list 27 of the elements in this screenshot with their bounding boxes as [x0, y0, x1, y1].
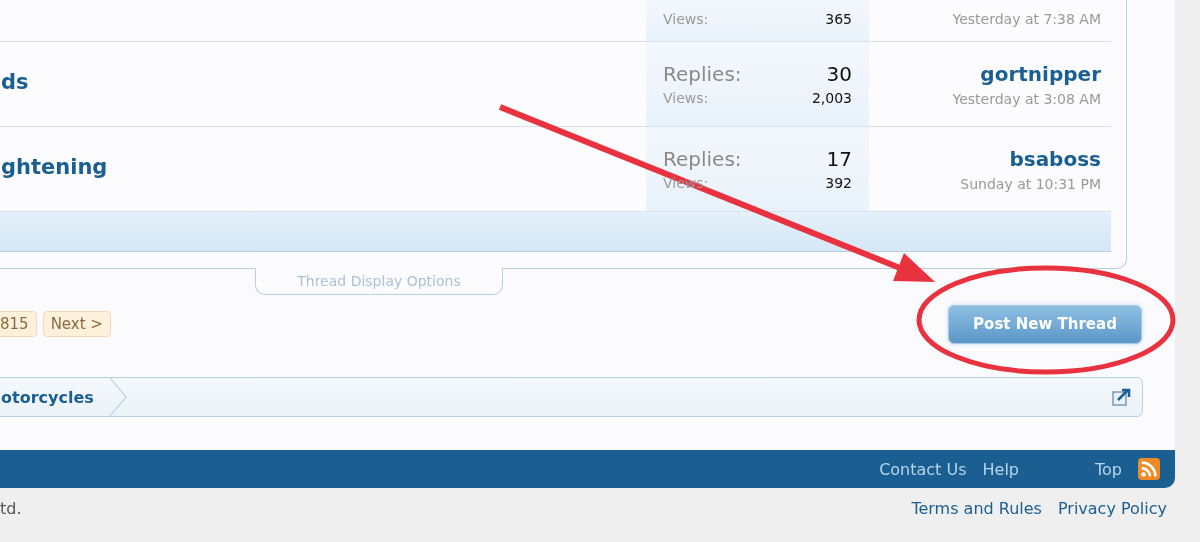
- thread-title-link[interactable]: ghtening: [1, 155, 108, 179]
- views-label: Views:: [663, 90, 709, 106]
- views-count: 392: [825, 175, 852, 191]
- replies-count: 30: [826, 62, 852, 86]
- footer-link[interactable]: Top: [1095, 459, 1122, 479]
- page-nav-button[interactable]: Next >: [42, 311, 111, 337]
- last-poster-link[interactable]: bsaboss: [1009, 146, 1101, 171]
- popout-icon[interactable]: [1112, 387, 1132, 407]
- replies-label: Replies:: [663, 62, 742, 86]
- replies-label: Replies:: [663, 147, 742, 171]
- replies-count: 17: [826, 147, 852, 171]
- thread-title-link[interactable]: ds: [1, 70, 29, 94]
- legal-link[interactable]: Terms and Rules: [911, 498, 1042, 518]
- last-poster-link[interactable]: gortnipper: [980, 61, 1101, 86]
- page-nav-button[interactable]: 815: [0, 311, 37, 337]
- copyright-text: td.: [0, 498, 22, 518]
- legal-link[interactable]: Privacy Policy: [1057, 498, 1167, 518]
- views-count: 365: [825, 11, 852, 27]
- last-post-time: Sunday at 10:31 PM: [960, 175, 1101, 192]
- rss-icon[interactable]: [1138, 458, 1160, 480]
- footer-link[interactable]: Contact Us: [879, 459, 967, 479]
- breadcrumb-link[interactable]: otorcycles: [0, 378, 128, 416]
- footer-link[interactable]: Help: [982, 459, 1019, 479]
- views-count: 2,003: [811, 90, 852, 106]
- last-post-time: Yesterday at 7:38 AM: [952, 11, 1101, 27]
- views-label: Views:: [663, 11, 709, 27]
- last-post-time: Yesterday at 3:08 AM: [952, 90, 1101, 107]
